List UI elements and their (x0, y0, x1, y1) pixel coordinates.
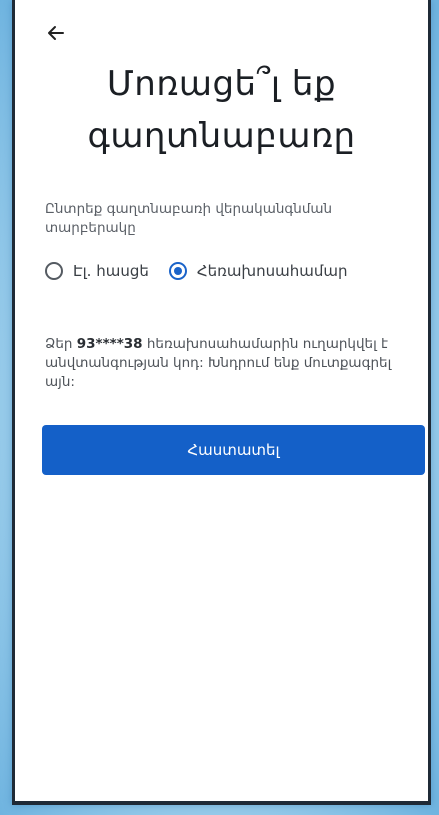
info-prefix: Ձեր (45, 336, 77, 352)
recovery-method-group: Էլ. հասցե Հեռախոսահամար (45, 262, 348, 280)
recovery-method-prompt: Ընտրեք գաղտնաբառի վերականգնման տարբերակը (45, 201, 333, 236)
confirm-button[interactable]: Հաստատել (42, 425, 425, 475)
radio-phone[interactable] (168, 262, 187, 280)
phone-screen: Մոռացե՞լ եք գաղտնաբառը Ընտրեք գաղտնաբառի… (12, 0, 431, 805)
radio-phone-label: Հեռախոսահամար (196, 262, 348, 280)
page-title-line1: Մոռացե՞լ եք (106, 64, 337, 104)
radio-option-email[interactable]: Էլ. հասցե (45, 262, 149, 280)
page-title-line2: գաղտնաբառը (87, 116, 356, 156)
arrow-left-icon[interactable] (43, 20, 69, 46)
radio-email-label: Էլ. հասցե (73, 262, 149, 280)
radio-option-phone[interactable]: Հեռախոսահամար (168, 262, 348, 280)
code-sent-message: Ձեր 93****38 հեռախոսահամարին ուղարկվել է… (45, 335, 398, 392)
radio-email[interactable] (45, 262, 63, 280)
page-title: Մոռացե՞լ եք գաղտնաբառը (15, 58, 428, 162)
masked-phone: 93****38 (76, 336, 143, 352)
